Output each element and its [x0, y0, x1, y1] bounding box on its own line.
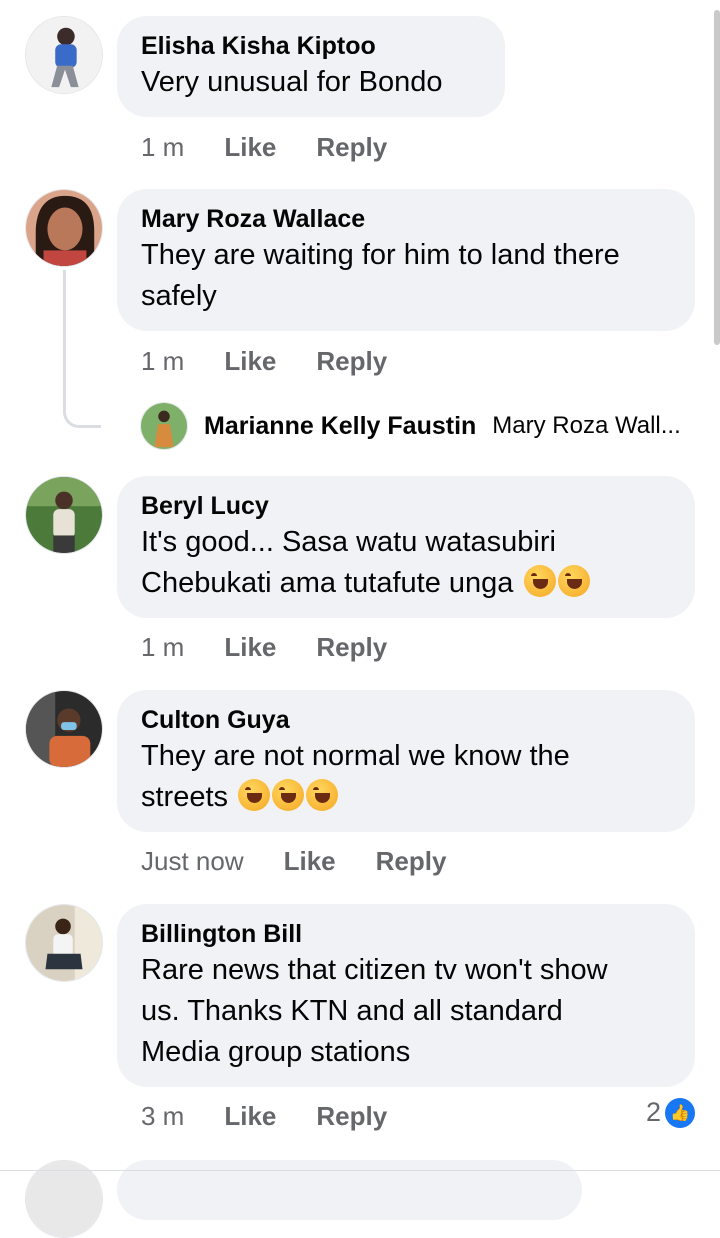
comment-text-line: It's good... Sasa watu watasubiri	[141, 526, 556, 558]
comment-author[interactable]: Billington Bill	[141, 918, 671, 950]
comment-text-line: streets	[141, 781, 229, 813]
comment-time[interactable]: 3 m	[141, 1101, 184, 1131]
comment-text-line: Rare news that citizen tv won't show	[141, 954, 608, 986]
comment-time[interactable]: Just now	[141, 846, 244, 876]
comment-text-line: They are waiting for him to land there	[141, 239, 620, 271]
like-button[interactable]: Like	[224, 132, 276, 162]
avatar[interactable]	[25, 476, 103, 554]
rolling-laughing-emoji-icon	[306, 779, 339, 811]
comment-actions: 1 m Like Reply	[141, 346, 387, 376]
comment-text-line: safely	[141, 280, 217, 312]
avatar[interactable]	[25, 16, 103, 94]
comment-time[interactable]: 1 m	[141, 632, 184, 662]
comment-actions: Just now Like Reply	[141, 846, 446, 876]
comment-actions: 3 m Like Reply	[141, 1101, 387, 1131]
avatar	[140, 402, 188, 450]
comment-author[interactable]: Beryl Lucy	[141, 490, 671, 522]
reply-button[interactable]: Reply	[376, 846, 447, 876]
avatar[interactable]	[25, 904, 103, 982]
reply-author: Marianne Kelly Faustin	[204, 411, 477, 440]
divider	[0, 1170, 720, 1171]
comment-bubble: Beryl Lucy It's good... Sasa watu watasu…	[117, 476, 695, 618]
comment-text: Very unusual for Bondo	[141, 66, 443, 98]
comment-time[interactable]: 1 m	[141, 346, 184, 376]
avatar[interactable]	[25, 690, 103, 768]
rolling-laughing-emoji-icon	[557, 565, 590, 597]
comment-actions: 1 m Like Reply	[141, 132, 387, 162]
comment-author[interactable]: Culton Guya	[141, 704, 671, 736]
comment-actions: 1 m Like Reply	[141, 632, 387, 662]
comment-bubble: Elisha Kisha Kiptoo Very unusual for Bon…	[117, 16, 505, 117]
reaction-summary[interactable]: 2 👍	[646, 1097, 695, 1128]
scrollbar[interactable]	[714, 10, 720, 345]
comment-bubble: Billington Bill Rare news that citizen t…	[117, 904, 695, 1087]
reply-button[interactable]: Reply	[316, 632, 387, 662]
like-button[interactable]: Like	[224, 1101, 276, 1131]
like-button[interactable]: Like	[284, 846, 336, 876]
thread-line	[63, 270, 101, 428]
comment-author[interactable]: Elisha Kisha Kiptoo	[141, 30, 481, 62]
reply-button[interactable]: Reply	[316, 346, 387, 376]
comment-text-line: They are not normal we know the	[141, 740, 570, 772]
avatar[interactable]	[25, 189, 103, 267]
comment-text-line: Chebukati ama tutafute unga	[141, 567, 514, 599]
rolling-laughing-emoji-icon	[523, 565, 556, 597]
like-button[interactable]: Like	[224, 346, 276, 376]
comment-bubble: Culton Guya They are not normal we know …	[117, 690, 695, 832]
reply-button[interactable]: Reply	[316, 1101, 387, 1131]
avatar[interactable]	[25, 1160, 103, 1238]
comment-text-line: Media group stations	[141, 1036, 411, 1068]
view-reply-row[interactable]: Marianne Kelly Faustin Mary Roza Wall...	[140, 402, 681, 450]
reply-button[interactable]: Reply	[316, 132, 387, 162]
rolling-laughing-emoji-icon	[238, 779, 271, 811]
comment-time[interactable]: 1 m	[141, 132, 184, 162]
reaction-count: 2	[645, 1097, 661, 1127]
like-thumb-icon: 👍	[665, 1097, 695, 1128]
comment-bubble	[117, 1160, 582, 1220]
comment-author[interactable]: Mary Roza Wallace	[141, 203, 671, 235]
comment-text-line: us. Thanks KTN and all standard	[141, 995, 563, 1027]
comment-bubble: Mary Roza Wallace They are waiting for h…	[117, 189, 695, 331]
rolling-laughing-emoji-icon	[272, 779, 305, 811]
like-button[interactable]: Like	[224, 632, 276, 662]
reply-snippet: Mary Roza Wall...	[492, 412, 681, 439]
